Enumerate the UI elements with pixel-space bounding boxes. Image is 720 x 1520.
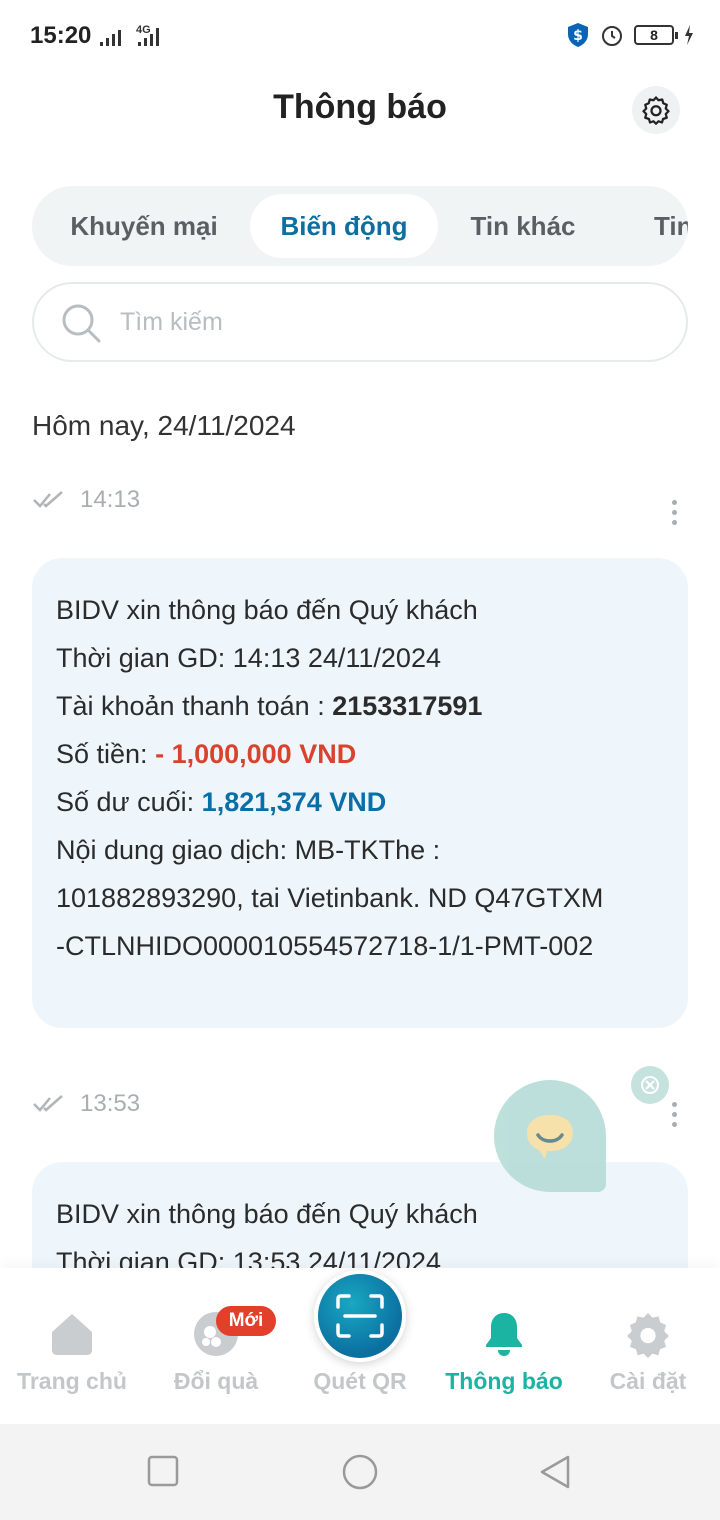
gear-icon [642,96,670,125]
qr-scan-button[interactable] [314,1270,406,1362]
status-time: 15:20 [30,22,92,49]
back-icon[interactable] [538,1454,572,1492]
balance-label: Số dư cuối: [56,787,195,817]
nav-label: Trang chủ [17,1368,127,1394]
tab-khuyen-mai[interactable]: Khuyến mại [44,194,244,258]
amount-label: Số tiền: [56,739,148,769]
page-title: Thông báo [273,88,447,126]
status-bar: 15:20 4G $ 8 [0,0,720,76]
search-bar [32,282,688,362]
gear-icon [627,1313,669,1358]
close-icon [641,1076,659,1094]
message-meta: 13:53 [32,1086,140,1122]
chat-assistant-button[interactable] [494,1080,606,1192]
nav-label: Đổi quà [173,1368,259,1394]
nav-item-notifications[interactable]: Thông báo [432,1268,576,1424]
shield-dollar-icon: $ [568,23,588,47]
account-label: Tài khoản thanh toán : [56,691,325,721]
account-number: 2153317591 [332,691,483,721]
message-time: 14:13 [80,486,141,513]
message-greeting: BIDV xin thông báo đến Quý khách [56,1199,478,1229]
section-date-header: Hôm nay, 24/11/2024 [32,410,296,441]
new-badge: Mới [216,1306,276,1336]
nav-label: Quét QR [313,1368,407,1394]
tx-time-value: 14:13 24/11/2024 [232,643,441,673]
tx-time-value: 13:53 24/11/2024 [232,1247,441,1268]
home-circle-icon[interactable] [340,1454,380,1494]
chat-close-button[interactable] [631,1066,669,1104]
charging-icon [685,25,693,45]
tab-bien-dong[interactable]: Biến động [250,194,438,258]
message-balance-row: Số dư cuối: 1,821,374 VND [56,778,664,826]
nav-item-gift[interactable]: Đổi quà [144,1268,288,1424]
message-meta: 14:13 [32,482,140,518]
double-check-icon [33,1095,63,1112]
recent-apps-icon[interactable] [146,1454,180,1488]
tab-tin-khac[interactable]: Tin khác [446,194,600,258]
message-tx-time-row: Thời gian GD: 13:53 24/11/2024 [56,1238,664,1268]
notification-settings-button[interactable] [632,86,680,134]
tab-tin[interactable]: Tin [624,194,688,258]
message-amount-row: Số tiền: - 1,000,000 VND [56,730,664,778]
chat-smile-icon [527,1115,573,1159]
system-navigation-bar [0,1424,720,1520]
double-check-icon [33,491,63,508]
message-content-line: Nội dung giao dịch: MB-TKThe : [56,835,441,865]
tx-time-label: Thời gian GD: [56,1247,226,1268]
message-greeting: BIDV xin thông báo đến Quý khách [56,595,478,625]
message-content-line: -CTLNHIDO000010554572718-1/1-PMT-002 [56,931,594,961]
category-tabs: Khuyến mại Biến động Tin khác Tin [32,186,688,266]
search-icon [62,304,101,343]
alarm-icon [602,26,622,46]
amount-value: - 1,000,000 VND [155,739,357,769]
message-more-button[interactable] [664,494,684,530]
search-input[interactable] [120,302,660,342]
battery-indicator: 8 [634,25,678,45]
home-icon [52,1314,92,1355]
message-content-line: 101882893290, tai Vietinbank. ND Q47GTXM [56,883,604,913]
message-account-row: Tài khoản thanh toán : 2153317591 [56,682,664,730]
message-tx-time-row: Thời gian GD: 14:13 24/11/2024 [56,634,664,682]
bell-icon [486,1313,522,1356]
status-icons: $ 8 [566,22,694,48]
qr-scan-icon [336,1294,384,1338]
notification-card[interactable]: BIDV xin thông báo đến Quý khách Thời gi… [32,558,688,1028]
signal-4g-icon [138,28,159,46]
message-time: 13:53 [80,1090,141,1117]
nav-label: Cài đặt [609,1368,687,1394]
signal-icon [100,30,121,46]
balance-value: 1,821,374 VND [201,787,387,817]
svg-text:$: $ [573,28,583,44]
nav-item-home[interactable]: Trang chủ [0,1268,144,1424]
nav-label: Thông báo [445,1368,563,1394]
message-more-button[interactable] [664,1096,684,1132]
tx-time-label: Thời gian GD: [56,643,226,673]
nav-item-settings[interactable]: Cài đặt [576,1268,720,1424]
